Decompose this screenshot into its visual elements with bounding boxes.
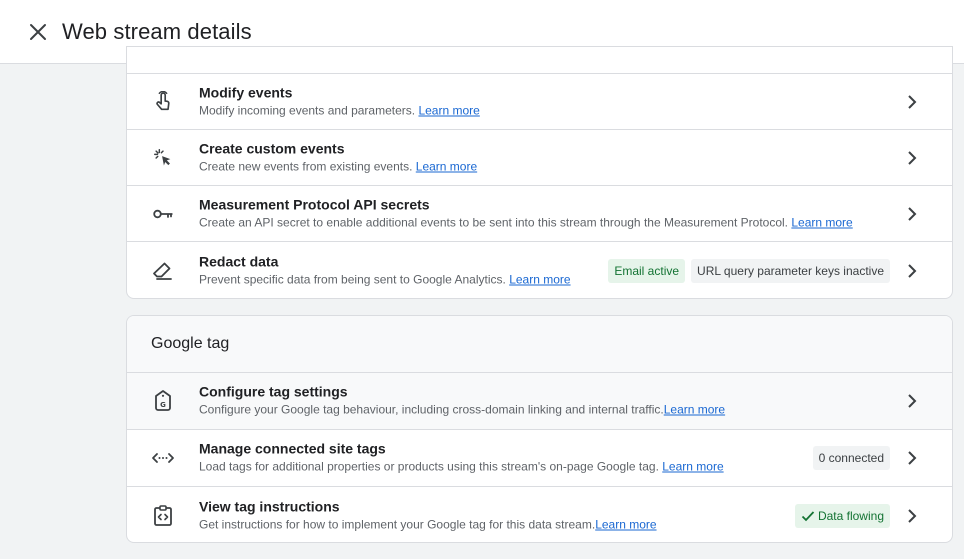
row-title: View tag instructions [199,498,340,514]
create-custom-events-row[interactable]: Create custom events Create new events f… [127,130,952,186]
row-description: Load tags for additional properties or p… [199,459,724,474]
previous-row-edge [127,47,952,74]
view-tag-instructions-row[interactable]: View tag instructions Get instructions f… [127,487,952,542]
check-icon [801,510,815,521]
row-description: Configure your Google tag behaviour, inc… [199,402,726,417]
row-title: Configure tag settings [199,383,348,400]
touch-icon [151,90,175,114]
redact-data-row[interactable]: Redact data Prevent specific data from b… [127,242,952,298]
learn-more-link[interactable]: Learn more [509,272,570,286]
row-description: Create an API secret to enable additiona… [199,215,853,229]
url-query-status-chip: URL query parameter keys inactive [691,258,890,283]
key-icon [151,202,175,226]
row-title: Measurement Protocol API secrets [199,196,430,212]
section-title: Google tag [127,316,952,373]
chevron-right-icon [900,504,924,528]
manage-connected-site-tags-row[interactable]: Manage connected site tags Load tags for… [127,430,952,487]
eraser-icon [151,259,175,283]
learn-more-link[interactable]: Learn more [662,460,723,474]
learn-more-link[interactable]: Learn more [418,103,479,117]
page-title: Web stream details [62,18,252,44]
google-tag-icon: G [151,389,175,413]
data-flowing-label: Data flowing [817,508,884,523]
code-arrows-icon [151,446,175,470]
chevron-right-icon [900,146,924,170]
learn-more-link[interactable]: Learn more [595,517,656,531]
data-flowing-badge: Data flowing [794,503,890,528]
configure-tag-settings-row[interactable]: G Configure tag settings Configure your … [127,373,952,430]
chevron-right-icon [900,446,924,470]
row-title: Redact data [199,253,279,269]
chevron-right-icon [900,90,924,114]
connected-count-badge: 0 connected [812,446,890,470]
row-title: Create custom events [199,140,345,156]
learn-more-link[interactable]: Learn more [416,159,477,173]
modify-events-row[interactable]: Modify events Modify incoming events and… [127,74,952,130]
row-description: Create new events from existing events. … [199,159,478,173]
row-title: Modify events [199,84,293,100]
chevron-right-icon [900,389,924,413]
events-card: Modify events Modify incoming events and… [126,46,953,299]
google-tag-card: Google tag G Configure tag settings Conf… [126,315,953,543]
tag-instructions-icon [151,504,175,528]
email-status-chip: Email active [608,258,686,283]
close-button[interactable] [18,12,58,52]
chevron-right-icon [900,259,924,283]
chevron-right-icon [900,202,924,226]
learn-more-link[interactable]: Learn more [791,215,852,229]
data-flow-chip-wrap: Data flowing [794,503,890,528]
row-description: Prevent specific data from being sent to… [199,272,571,286]
row-description: Get instructions for how to implement yo… [199,517,657,531]
cursor-click-icon [151,146,175,170]
close-icon [30,23,46,40]
svg-text:G: G [160,401,166,409]
row-description: Modify incoming events and parameters. L… [199,103,480,117]
redact-status-chips: Email active URL query parameter keys in… [608,258,890,283]
row-title: Manage connected site tags [199,440,386,457]
connected-count-chip-wrap: 0 connected [812,446,890,470]
measurement-protocol-row[interactable]: Measurement Protocol API secrets Create … [127,186,952,242]
learn-more-link[interactable]: Learn more [664,403,725,417]
